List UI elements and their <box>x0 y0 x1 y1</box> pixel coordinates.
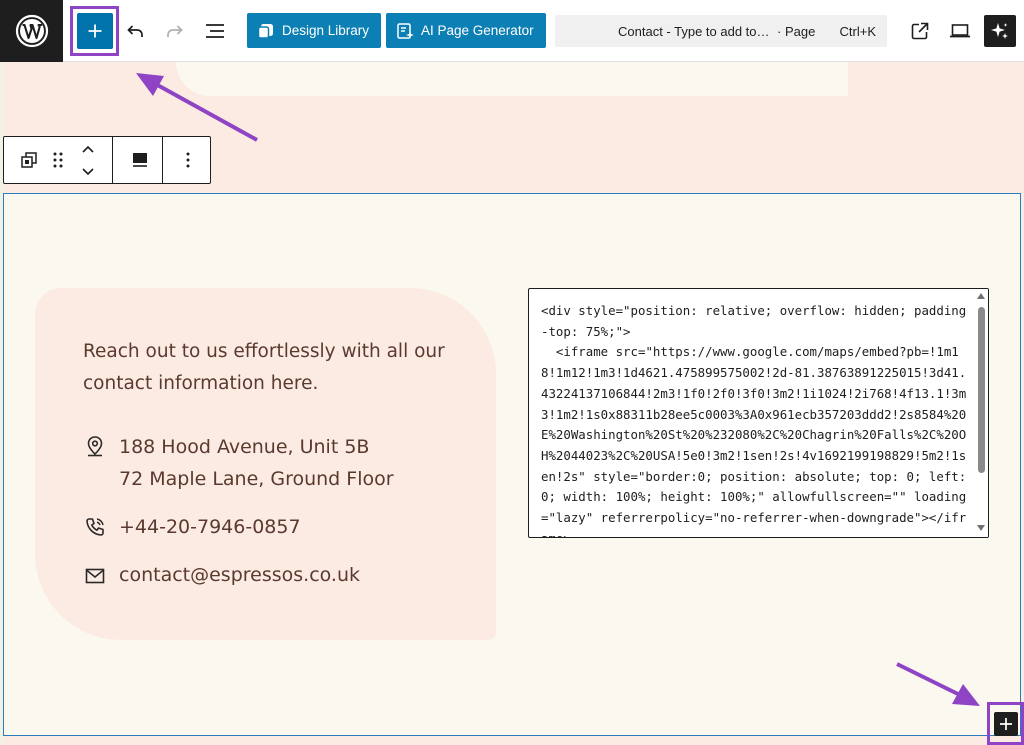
select-parent-button[interactable] <box>14 137 44 183</box>
editor-top-toolbar: Design Library AI Page Generator Contact… <box>0 0 1024 62</box>
toolbar-divider <box>112 137 113 183</box>
undo-button[interactable] <box>117 13 153 49</box>
command-document-type: · Page <box>777 24 816 39</box>
undo-icon <box>127 25 143 37</box>
envelope-icon <box>85 568 105 584</box>
scroll-thumb[interactable] <box>978 307 985 473</box>
laptop-preview-icon <box>950 24 970 38</box>
address-line-1[interactable]: 188 Hood Avenue, Unit 5B <box>119 431 369 463</box>
toolbar-divider <box>162 137 163 183</box>
email-address[interactable]: contact@espressos.co.uk <box>119 559 360 591</box>
sparkles-icon <box>991 23 1008 39</box>
embed-code-text[interactable]: <div style="position: relative; overflow… <box>541 301 971 537</box>
drag-handle[interactable] <box>46 137 70 183</box>
drag-handle-icon <box>53 152 63 168</box>
chevron-up-icon <box>82 145 94 153</box>
view-page-button[interactable] <box>902 13 938 49</box>
code-editor-scrollbar[interactable] <box>974 289 988 537</box>
plus-icon <box>999 717 1012 730</box>
chevron-down-icon <box>82 167 94 175</box>
external-link-icon <box>911 22 929 40</box>
location-pin-icon <box>87 436 103 457</box>
design-library-button[interactable]: Design Library <box>247 13 382 48</box>
align-top-icon <box>133 153 147 167</box>
command-shortcut: Ctrl+K <box>839 24 876 39</box>
add-block-button[interactable] <box>993 711 1018 736</box>
scroll-down-arrow-icon <box>977 525 985 531</box>
command-document-title: Contact - Type to add to… <box>618 24 770 39</box>
block-options-button[interactable] <box>166 137 210 183</box>
redo-icon <box>167 25 183 37</box>
design-library-label: Design Library <box>282 23 370 38</box>
previous-block-card[interactable] <box>176 62 848 96</box>
plus-icon <box>88 24 101 38</box>
block-alignment-button[interactable] <box>116 137 164 183</box>
redo-button[interactable] <box>157 13 193 49</box>
inserter-highlight-box <box>70 6 119 56</box>
address-line-2[interactable]: 72 Maple Lane, Ground Floor <box>119 463 394 495</box>
ai-page-generator-button[interactable]: AI Page Generator <box>386 13 546 48</box>
document-overview-button[interactable] <box>197 13 233 49</box>
design-library-icon <box>257 23 273 39</box>
parent-block-icon <box>21 152 37 168</box>
wordpress-logo-button[interactable] <box>0 0 63 62</box>
preview-device-button[interactable] <box>942 13 978 49</box>
custom-html-code-editor[interactable]: <div style="position: relative; overflow… <box>528 288 989 538</box>
more-vertical-icon <box>186 152 190 168</box>
phone-icon <box>86 518 104 536</box>
move-up-button[interactable] <box>76 137 100 160</box>
wordpress-logo-icon <box>15 14 48 48</box>
toggle-block-inserter-button[interactable] <box>76 13 113 49</box>
move-down-button[interactable] <box>76 160 100 183</box>
command-palette-bar[interactable]: Contact - Type to add to… · Page Ctrl+K <box>555 15 887 47</box>
list-view-icon <box>206 24 224 38</box>
block-toolbar <box>3 136 211 184</box>
ai-page-generator-label: AI Page Generator <box>421 23 534 38</box>
phone-number[interactable]: +44-20-7946-0857 <box>119 511 301 543</box>
ai-assistant-button[interactable] <box>984 15 1016 47</box>
contact-intro-text[interactable]: Reach out to us effortlessly with all ou… <box>83 336 463 400</box>
scroll-up-arrow-icon <box>977 293 985 299</box>
ai-sparkle-icon <box>397 22 414 39</box>
add-block-highlight-box <box>987 702 1024 745</box>
